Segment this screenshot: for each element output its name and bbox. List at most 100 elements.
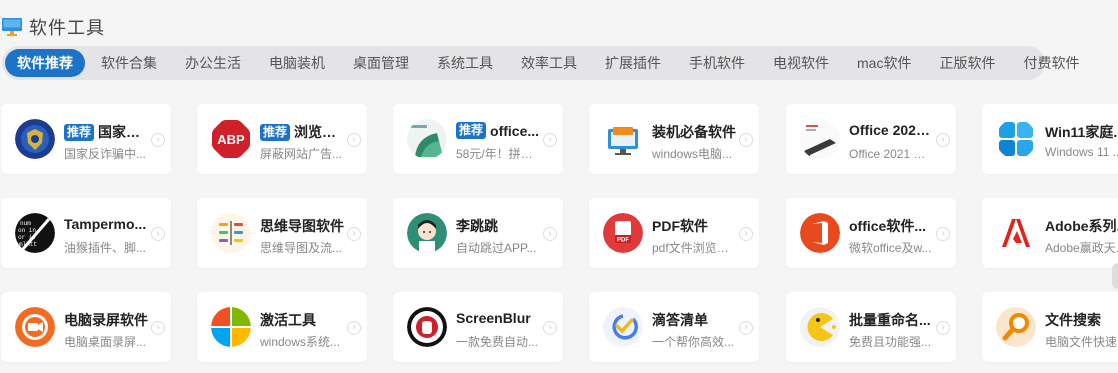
card-name: 电脑录屏软件 [64,312,148,328]
software-card[interactable]: Win11家庭...Windows 11 ...› [982,104,1118,174]
software-card[interactable]: 批量重命名... 免费且功能强... › [786,292,956,362]
office-logo-icon [800,213,840,253]
card-title: Office 2021... [849,122,935,138]
chevron-right-icon[interactable]: › [151,227,165,241]
tab-9[interactable]: 电视软件 [761,49,841,77]
chevron-right-icon[interactable]: › [543,227,557,241]
chevron-right-icon[interactable]: › [151,133,165,147]
svg-text:on in: on in [18,227,36,234]
card-description: Windows 11 ... [1045,145,1118,159]
software-card[interactable]: 推荐 office... 58元/年！拼团... › [393,104,563,174]
software-card[interactable]: office软件... 微软office及w... › [786,198,956,268]
software-card[interactable]: 推荐 国家反... 国家反诈骗中... › [1,104,171,174]
software-card[interactable]: 李跳跳 自动跳过APP... › [393,198,563,268]
card-description: 思维导图及流... [260,241,343,255]
card-description: Adobe赢政天... [1045,241,1118,255]
software-card[interactable]: 滴答清单一个帮你高效... › [589,292,759,362]
software-card[interactable]: Office 2021... Office 2021 家... › [786,104,956,174]
card-name: Adobe系列... [1045,218,1118,234]
monitor-icon [2,18,22,36]
tab-8[interactable]: 手机软件 [677,49,757,77]
card-description: 电脑桌面录屏... [64,335,147,349]
card-title: Win11家庭... [1045,122,1118,142]
office-box-icon [800,119,840,159]
avatar-girl-icon [407,213,447,253]
card-description: pdf文件浏览编... [652,241,738,255]
software-card[interactable]: PDF PDF软件 pdf文件浏览编... › [589,198,759,268]
chevron-right-icon[interactable]: › [347,133,361,147]
card-name: Tampermo... [64,216,147,232]
tab-11[interactable]: 正版软件 [927,49,1007,77]
section-title: 软件工具 [29,18,105,38]
software-card[interactable]: ABP 推荐 浏览器... 屏蔽网站广告... › [197,104,367,174]
scroll-handle[interactable] [1112,263,1118,289]
card-description: 免费且功能强... [849,335,932,349]
tab-2[interactable]: 办公生活 [173,49,253,77]
software-card[interactable]: 激活工具 windows系统... › [197,292,367,362]
recommend-badge: 推荐 [64,123,95,141]
card-title: ScreenBlur [456,310,542,326]
card-title: PDF软件 [652,216,738,236]
card-title: 思维导图软件 [260,216,346,236]
software-card[interactable]: 文件搜索电脑文件快速...› [982,292,1118,362]
chevron-right-icon[interactable]: › [936,321,950,335]
software-card[interactable]: ScreenBlur 一款免费自动... › [393,292,563,362]
chevron-right-icon[interactable]: › [347,227,361,241]
chevron-right-icon[interactable]: › [543,321,557,335]
card-title: 推荐 国家反... [64,122,150,142]
software-card[interactable]: 电脑录屏软件 电脑桌面录屏... › [1,292,171,362]
card-name: 激活工具 [260,312,316,328]
tab-1[interactable]: 软件合集 [89,49,169,77]
card-title: 装机必备软件 [652,122,738,142]
card-name: office软件... [849,218,927,234]
tab-4[interactable]: 桌面管理 [341,49,421,77]
pacman-icon [800,307,840,347]
svg-text:ABP: ABP [217,132,245,147]
chevron-right-icon[interactable]: › [739,133,753,147]
adobe-logo-icon [996,213,1036,253]
software-card[interactable]: 装机必备软件 windows电脑... › [589,104,759,174]
card-description: 58元/年！拼团... [456,147,542,161]
chevron-right-icon[interactable]: › [151,321,165,335]
chevron-right-icon[interactable]: › [347,321,361,335]
card-name: 批量重命名... [849,312,931,328]
svg-text:PDF: PDF [617,238,629,244]
card-description: 电脑文件快速... [1045,335,1118,349]
card-title: Adobe系列... [1045,216,1118,236]
screen-recorder-icon [15,307,55,347]
microsoft-365-icon [407,119,447,159]
tab-5[interactable]: 系统工具 [425,49,505,77]
chevron-right-icon[interactable]: › [936,133,950,147]
chevron-right-icon[interactable]: › [739,227,753,241]
tab-3[interactable]: 电脑装机 [257,49,337,77]
chevron-right-icon[interactable]: › [936,227,950,241]
card-description: 一个帮你高效... [652,335,735,349]
screenblur-stop-icon [407,307,447,347]
card-name: 思维导图软件 [260,218,344,234]
card-name: 文件搜索 [1045,312,1101,328]
tab-12[interactable]: 付费软件 [1011,49,1091,77]
software-card[interactable]: 思维导图软件 思维导图及流... › [197,198,367,268]
svg-text:num: num [20,220,31,227]
tab-7[interactable]: 扩展插件 [593,49,673,77]
chevron-right-icon[interactable]: › [739,321,753,335]
software-card[interactable]: Adobe系列...Adobe赢政天...› [982,198,1118,268]
card-name: office... [490,122,540,139]
windows-color-icon [211,307,251,347]
category-tabs: 软件推荐 软件合集 办公生活 电脑装机 桌面管理 系统工具 效率工具 扩展插件 手机软件 电视软件… [2,46,1079,80]
card-name: 装机必备软件 [652,124,736,140]
card-title: 批量重命名... [849,310,935,330]
card-name: 李跳跳 [456,218,498,234]
pdf-icon: PDF [603,213,643,253]
card-title: Tampermo... [64,216,150,232]
tab-10[interactable]: mac软件 [845,49,923,77]
anti-fraud-shield-icon [15,119,55,159]
windows-logo-icon [996,119,1036,159]
card-name: 滴答清单 [652,312,708,328]
chevron-right-icon[interactable]: › [543,133,557,147]
tab-6[interactable]: 效率工具 [509,49,589,77]
card-name: Win11家庭... [1045,124,1118,140]
software-card[interactable]: numon inor (vmlHtt Tampermo... 油猴插件、脚... › [1,198,171,268]
tab-0[interactable]: 软件推荐 [5,49,85,77]
card-title: 推荐 浏览器... [260,122,346,142]
